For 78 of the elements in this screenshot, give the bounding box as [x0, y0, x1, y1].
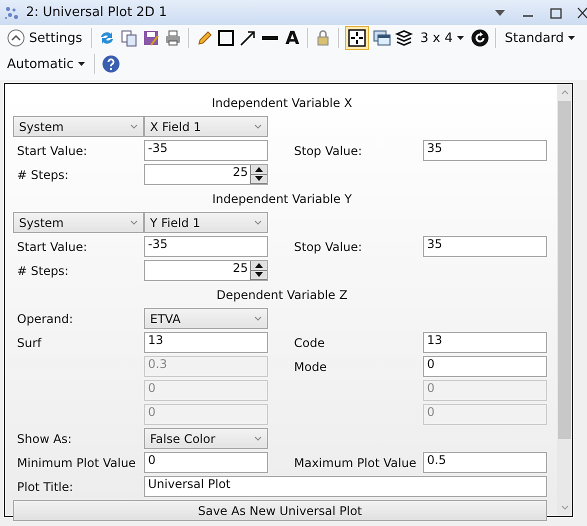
dropdown[interactable]: System	[13, 116, 144, 137]
field-label: Minimum Plot Value	[17, 454, 137, 472]
field-label: Stop Value:	[293, 238, 364, 256]
spin-up-button[interactable]	[251, 261, 267, 270]
caret-icon	[456, 36, 464, 40]
chevron-down-icon	[130, 220, 138, 225]
chevron-down-icon	[130, 124, 138, 129]
chevron-down-icon	[254, 124, 262, 129]
field-label: # Steps:	[17, 262, 70, 280]
windows-icon[interactable]	[373, 29, 392, 47]
grid-icon	[348, 29, 366, 47]
disabled-field: 0	[144, 380, 268, 401]
field-label: Maximum Plot Value	[293, 454, 418, 472]
window-title: 2: Universal Plot 2D 1	[26, 5, 168, 20]
input-field[interactable]: 0	[423, 356, 547, 377]
down-triangle-icon	[255, 272, 263, 278]
field-label: Show As:	[17, 430, 73, 448]
maximize-icon[interactable]	[549, 6, 563, 20]
print-icon[interactable]	[164, 29, 182, 47]
arrow-icon[interactable]	[239, 29, 258, 47]
chevron-down-icon	[254, 316, 262, 321]
dropdown[interactable]: System	[13, 212, 144, 233]
scale-dropdown[interactable]: Automatic	[4, 52, 88, 76]
disabled-field: 0	[144, 404, 268, 425]
input-field[interactable]: 35	[423, 236, 547, 257]
dropdown[interactable]: False Color	[144, 428, 268, 449]
input-field[interactable]: Universal Plot	[144, 476, 547, 497]
number-spinner[interactable]: 25	[144, 260, 268, 281]
collapse-icon	[7, 29, 25, 47]
field-label: Stop Value:	[293, 142, 364, 160]
input-field[interactable]: 13	[144, 332, 268, 353]
disabled-field: 0	[423, 404, 547, 425]
layers-icon[interactable]	[395, 29, 414, 47]
settings-button[interactable]: Settings	[4, 26, 86, 50]
text-tool-button[interactable]: A	[283, 28, 302, 48]
up-triangle-icon	[255, 166, 263, 172]
spin-up-button[interactable]	[251, 165, 267, 174]
up-triangle-icon	[255, 262, 263, 268]
dropdown[interactable]: X Field 1	[144, 116, 268, 137]
number-spinner[interactable]: 25	[144, 164, 268, 185]
grid-toggle-button[interactable]	[345, 26, 370, 50]
field-label: Code	[293, 334, 326, 352]
input-field[interactable]: 35	[423, 140, 547, 161]
field-label: Operand:	[17, 310, 74, 328]
save-icon[interactable]	[142, 29, 160, 47]
layout-dropdown[interactable]: 3 x 4	[417, 26, 467, 50]
app-icon	[4, 4, 20, 20]
input-field[interactable]: -35	[144, 236, 268, 257]
disabled-field: 0.3	[144, 356, 268, 377]
chevron-down-icon	[254, 220, 262, 225]
field-label: Plot Title:	[17, 478, 74, 496]
rectangle-icon[interactable]	[217, 29, 236, 47]
section-heading: Independent Variable Y	[211, 191, 353, 206]
input-field[interactable]: -35	[144, 140, 268, 161]
section-heading: Independent Variable X	[210, 95, 354, 110]
dropdown[interactable]: Y Field 1	[144, 212, 268, 233]
field-label: Start Value:	[17, 142, 88, 160]
input-field[interactable]: 13	[423, 332, 547, 353]
input-field[interactable]: 0.5	[423, 452, 547, 473]
field-label: # Steps:	[17, 166, 70, 184]
copy-icon[interactable]	[120, 29, 138, 47]
down-triangle-icon	[255, 176, 263, 182]
help-icon[interactable]	[100, 55, 121, 73]
style-dropdown[interactable]: Standard	[502, 26, 578, 50]
field-label: Surf	[17, 334, 43, 352]
disabled-field: 0	[423, 380, 547, 401]
section-heading: Dependent Variable Z	[216, 287, 348, 302]
chevron-down-icon	[254, 436, 262, 441]
dropdown-icon[interactable]	[495, 10, 505, 16]
dropdown[interactable]: ETVA	[144, 308, 268, 329]
field-label: Start Value:	[17, 238, 88, 256]
field-label: Mode	[293, 358, 328, 376]
caret-icon	[568, 36, 575, 40]
caret-icon	[78, 62, 85, 66]
reset-icon[interactable]	[470, 29, 489, 47]
close-icon[interactable]	[577, 6, 587, 20]
input-field[interactable]: 0	[144, 452, 268, 473]
save-button[interactable]: Save As New Universal Plot	[13, 500, 547, 521]
